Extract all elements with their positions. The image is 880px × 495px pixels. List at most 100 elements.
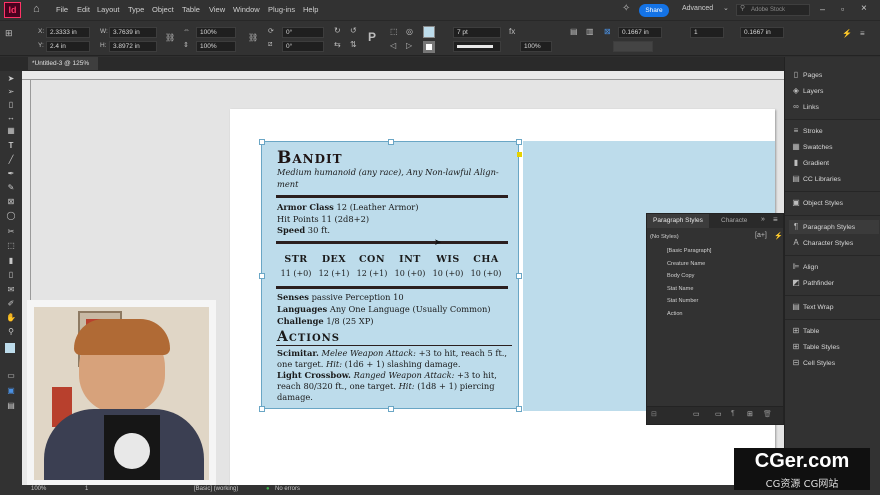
page-number[interactable]: 1 bbox=[85, 486, 88, 492]
opacity-field[interactable]: 100% bbox=[520, 41, 552, 52]
dock-paragraph-styles[interactable]: ¶ Paragraph Styles bbox=[789, 220, 879, 234]
preview-mode-icon[interactable]: ▣ bbox=[5, 386, 17, 396]
text-wrap-dropdown[interactable] bbox=[613, 41, 653, 52]
dock-pages[interactable]: ▯ Pages bbox=[789, 68, 879, 82]
dock-cc-libraries[interactable]: ▤ CC Libraries bbox=[789, 172, 879, 186]
dock-object-styles[interactable]: ▣ Object Styles bbox=[789, 196, 879, 210]
x-position-field[interactable]: 2.3333 in bbox=[46, 27, 90, 38]
type-tool-icon[interactable]: T bbox=[5, 141, 17, 151]
flip-vertical-icon[interactable]: ⇅ bbox=[350, 40, 357, 49]
style-item[interactable]: Action bbox=[667, 311, 683, 317]
fill-swatch[interactable] bbox=[423, 26, 435, 38]
quick-apply-icon[interactable]: ⚡ bbox=[842, 29, 852, 38]
gutter-field[interactable]: 0.1667 in bbox=[740, 27, 784, 38]
new-style-group-icon[interactable]: [a+] bbox=[755, 232, 767, 239]
scale-x-field[interactable]: 100% bbox=[196, 27, 236, 38]
gradient-swatch-tool-icon[interactable]: ▮ bbox=[5, 256, 17, 266]
frame-handle[interactable] bbox=[516, 406, 522, 412]
menu-table[interactable]: Table bbox=[182, 5, 200, 14]
new-style-icon[interactable]: ⊞ bbox=[747, 410, 753, 418]
search-input[interactable]: Adobe Stock bbox=[736, 4, 810, 16]
dock-pathfinder[interactable]: ◩ Pathfinder bbox=[789, 276, 879, 290]
style-item[interactable]: Body Copy bbox=[667, 273, 694, 279]
content-collector-icon[interactable]: ▦ bbox=[5, 126, 17, 136]
frame-handle[interactable] bbox=[516, 273, 522, 279]
menu-help[interactable]: Help bbox=[303, 5, 318, 14]
close-window-icon[interactable]: × bbox=[861, 3, 867, 14]
height-field[interactable]: 3.8972 in bbox=[109, 41, 157, 52]
tab-character-styles[interactable]: Characte bbox=[715, 214, 753, 228]
trash-icon[interactable]: 🗑 bbox=[763, 410, 772, 418]
pencil-tool-icon[interactable]: ✎ bbox=[5, 183, 17, 193]
screen-mode-icon[interactable]: ▭ bbox=[5, 371, 17, 381]
effects-icon[interactable]: fx bbox=[509, 27, 515, 36]
menu-layout[interactable]: Layout bbox=[97, 5, 120, 14]
note-tool-icon[interactable]: ✉ bbox=[5, 285, 17, 295]
inset-field[interactable]: 0.1667 in bbox=[618, 27, 662, 38]
new-group-icon[interactable]: ▭ bbox=[715, 410, 722, 418]
dock-swatches[interactable]: ▦ Swatches bbox=[789, 140, 879, 154]
select-prev-icon[interactable]: ◁ bbox=[390, 41, 396, 50]
frame-handle[interactable] bbox=[259, 273, 265, 279]
dock-align[interactable]: ⊫ Align bbox=[789, 260, 879, 274]
style-item[interactable]: Creature Name bbox=[667, 261, 705, 267]
home-icon[interactable]: ⌂ bbox=[33, 3, 40, 15]
dock-text-wrap[interactable]: ▤ Text Wrap bbox=[789, 300, 879, 314]
scissors-tool-icon[interactable]: ✂ bbox=[5, 227, 17, 237]
preflight-errors[interactable]: No errors bbox=[275, 486, 300, 492]
align-icon[interactable]: ▥ bbox=[586, 27, 594, 36]
dock-stroke[interactable]: ≡ Stroke bbox=[789, 124, 879, 138]
preflight-profile[interactable]: [Basic] (working) bbox=[194, 486, 238, 492]
document-tab[interactable]: *Untitled-3 @ 125% bbox=[28, 57, 98, 70]
dock-table-styles[interactable]: ⊞ Table Styles bbox=[789, 340, 879, 354]
hand-tool-icon[interactable]: ✋ bbox=[5, 313, 17, 323]
page-tool-icon[interactable]: ▯ bbox=[5, 100, 17, 110]
select-content-icon[interactable]: ◎ bbox=[406, 27, 413, 36]
frame-handle[interactable] bbox=[388, 139, 394, 145]
stat-block-frame[interactable]: Bandit Medium humanoid (any race), Any N… bbox=[259, 139, 522, 412]
rectangle-frame-tool-icon[interactable]: ⊠ bbox=[5, 197, 17, 207]
link-scale-icon[interactable]: ⛓ bbox=[248, 33, 258, 42]
menu-object[interactable]: Object bbox=[152, 5, 174, 14]
menu-plugins[interactable]: Plug-ins bbox=[268, 5, 295, 14]
free-transform-tool-icon[interactable]: ⬚ bbox=[5, 241, 17, 251]
folder-icon[interactable]: ▭ bbox=[693, 410, 700, 418]
stroke-swatch[interactable] bbox=[423, 41, 435, 53]
eyedropper-tool-icon[interactable]: ✐ bbox=[5, 299, 17, 309]
width-field[interactable]: 3.7639 in bbox=[109, 27, 157, 38]
rotate-field[interactable]: 0° bbox=[282, 27, 324, 38]
scale-y-field[interactable]: 100% bbox=[196, 41, 236, 52]
frame-handle[interactable] bbox=[516, 139, 522, 145]
stroke-weight-field[interactable]: 7 pt bbox=[453, 27, 501, 38]
dock-cell-styles[interactable]: ⊟ Cell Styles bbox=[789, 356, 879, 370]
stroke-type-dropdown[interactable] bbox=[453, 41, 501, 52]
zoom-level[interactable]: 100% bbox=[31, 486, 46, 492]
dock-character-styles[interactable]: A Character Styles bbox=[789, 236, 879, 250]
frame-handle[interactable] bbox=[259, 406, 265, 412]
menu-type[interactable]: Type bbox=[128, 5, 144, 14]
columns-field[interactable]: 1 bbox=[690, 27, 724, 38]
quick-apply-icon[interactable]: ⚡ bbox=[774, 232, 783, 240]
style-item[interactable]: Stat Number bbox=[667, 298, 698, 304]
panel-menu-icon[interactable]: ≡ bbox=[773, 215, 778, 224]
rotate-ccw-icon[interactable]: ↺ bbox=[350, 26, 357, 35]
menu-view[interactable]: View bbox=[209, 5, 225, 14]
ellipse-tool-icon[interactable]: ◯ bbox=[5, 211, 17, 221]
line-tool-icon[interactable]: ╱ bbox=[5, 155, 17, 165]
dock-layers[interactable]: ◈ Layers bbox=[789, 84, 879, 98]
auto-fit-icon[interactable]: ⊠ bbox=[604, 27, 611, 36]
panel-menu-icon[interactable]: ≡ bbox=[860, 29, 865, 38]
lightbulb-icon[interactable]: ✧ bbox=[622, 3, 630, 14]
tab-paragraph-styles[interactable]: Paragraph Styles bbox=[647, 214, 709, 228]
constrain-proportions-icon[interactable]: ⛓ bbox=[165, 33, 175, 42]
gap-tool-icon[interactable]: ↔ bbox=[5, 113, 17, 123]
select-container-icon[interactable]: ⬚ bbox=[390, 27, 398, 36]
dock-links[interactable]: ∞ Links bbox=[789, 100, 879, 114]
selection-tool-icon[interactable]: ➤ bbox=[5, 74, 17, 84]
maximize-icon[interactable]: ▫ bbox=[841, 4, 844, 14]
bleed-mode-icon[interactable]: ▤ bbox=[5, 401, 17, 411]
reference-point-icon[interactable]: ⊞ bbox=[5, 28, 13, 39]
shear-field[interactable]: 0° bbox=[282, 41, 324, 52]
workspace-switcher[interactable]: Advanced bbox=[682, 5, 713, 12]
style-mapping-icon[interactable]: ⊟ bbox=[651, 410, 657, 418]
